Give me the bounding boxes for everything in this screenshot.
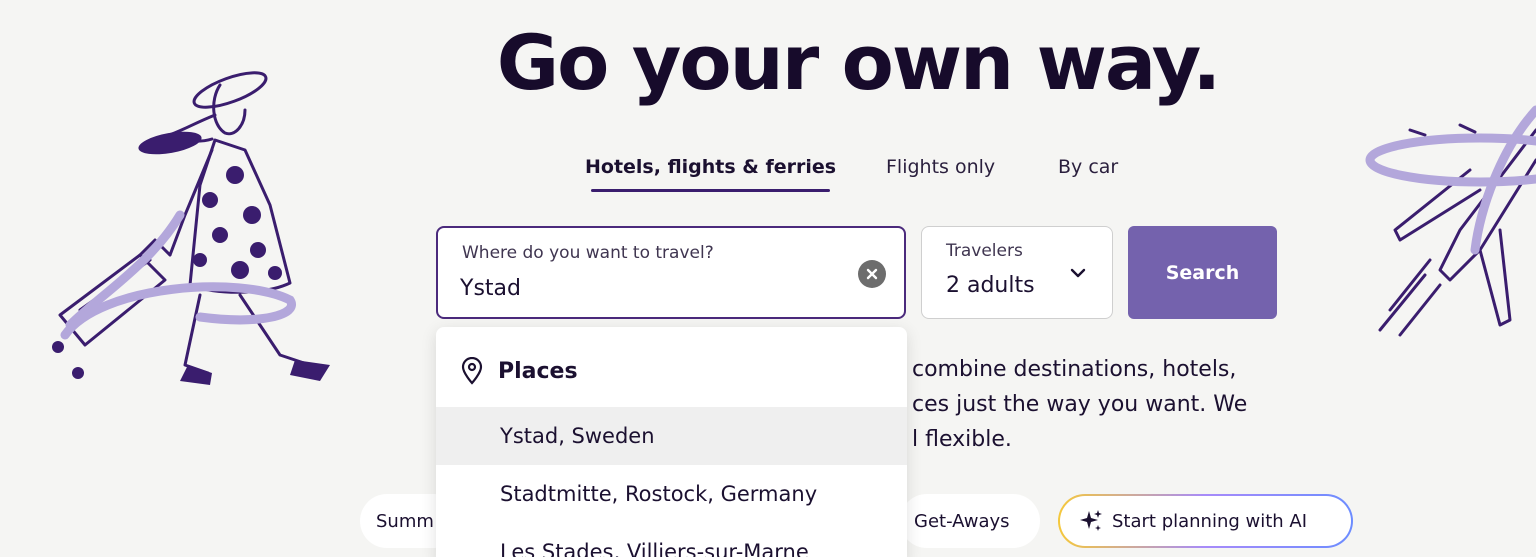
sparkle-icon [1080, 510, 1102, 531]
dropdown-section-header: Places [436, 341, 907, 401]
intro-text: combine destinations, hotels, ces just t… [912, 352, 1292, 457]
clear-button[interactable] [858, 260, 886, 288]
travelers-select[interactable]: Travelers 2 adults [921, 226, 1113, 319]
tab-flights-only[interactable]: Flights only [886, 156, 995, 192]
intro-line: ces just the way you want. We [912, 392, 1248, 417]
travelers-label: Travelers [946, 241, 1023, 261]
airplane-illustration [1365, 105, 1536, 337]
search-button[interactable]: Search [1128, 226, 1277, 319]
tab-hotels-flights-ferries[interactable]: Hotels, flights & ferries [585, 156, 836, 192]
close-icon [866, 268, 878, 280]
chevron-down-icon [1070, 268, 1086, 278]
dropdown-option[interactable]: Les Stades, Villiers-sur-Marne [436, 523, 907, 557]
dropdown-section-title: Places [498, 358, 578, 384]
autocomplete-dropdown: Places Ystad, Sweden Stadtmitte, Rostock… [436, 327, 907, 557]
traveler-illustration [52, 71, 330, 385]
tab-by-car[interactable]: By car [1058, 156, 1118, 192]
dropdown-option[interactable]: Stadtmitte, Rostock, Germany [436, 465, 907, 523]
destination-field[interactable]: Where do you want to travel? [436, 226, 906, 319]
ai-planning-button[interactable]: Start planning with AI [1058, 494, 1353, 548]
travelers-value: 2 adults [946, 273, 1035, 298]
destination-label: Where do you want to travel? [462, 243, 714, 263]
dropdown-option[interactable]: Ystad, Sweden [436, 407, 907, 465]
location-pin-icon [461, 357, 483, 385]
destination-input[interactable] [460, 272, 840, 304]
intro-line: combine destinations, hotels, [912, 357, 1237, 382]
ai-planning-label: Start planning with AI [1112, 510, 1308, 532]
intro-line: l flexible. [912, 427, 1012, 452]
search-mode-tabs: Hotels, flights & ferries Flights only B… [0, 156, 1536, 206]
suggestion-pill-getaways[interactable]: Get-Aways [900, 494, 1040, 548]
